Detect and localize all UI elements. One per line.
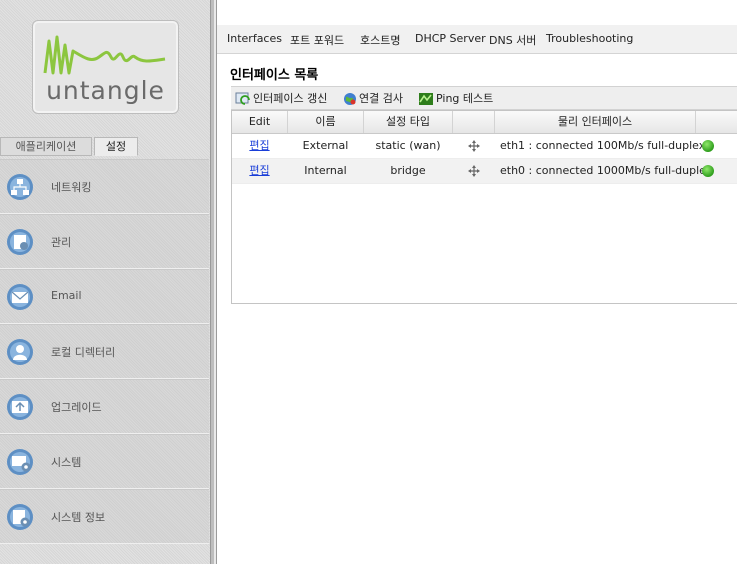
sidebar: untangle 애플리케이션 설정 네트워킹 관리 Email 로컬 디렉터리… <box>0 0 211 564</box>
nav-interfaces[interactable]: Interfaces <box>227 32 282 45</box>
nav-dns-server[interactable]: DNS 서버 <box>489 32 536 48</box>
sidebar-item-email[interactable]: Email <box>0 269 209 324</box>
nav-troubleshooting[interactable]: Troubleshooting <box>546 32 633 45</box>
sidebar-splitter[interactable] <box>210 0 214 564</box>
sidebar-item-system-info[interactable]: 시스템 정보 <box>0 489 209 544</box>
system-icon <box>7 449 33 475</box>
edit-cell: 편집 <box>232 134 287 158</box>
col-status[interactable] <box>696 111 737 133</box>
sidebar-item-local-directory[interactable]: 로컬 디렉터리 <box>0 324 209 379</box>
directory-icon <box>7 339 33 365</box>
main-panel: Interfaces 포트 포워드 호스트명 DHCP Server DNS 서… <box>216 0 737 564</box>
sidebar-item-label: 시스템 <box>51 456 82 469</box>
nav-dhcp-server[interactable]: DHCP Server <box>415 32 486 45</box>
sidebar-item-label: 시스템 정보 <box>51 511 106 524</box>
test-connectivity-label: 연결 검사 <box>359 92 403 105</box>
sidebar-item-label: 업그레이드 <box>51 401 102 414</box>
sidebar-item-administration[interactable]: 관리 <box>0 214 209 269</box>
logo: untangle <box>32 20 179 114</box>
col-edit[interactable]: Edit <box>232 111 288 133</box>
toolbar: 인터페이스 갱신 연결 검사 Ping 테스트 <box>231 86 737 110</box>
col-move[interactable] <box>453 111 495 133</box>
tab-applications[interactable]: 애플리케이션 <box>0 137 92 156</box>
sidebar-item-label: Email <box>51 289 82 302</box>
table-row: 편집 External static (wan) eth1 : connecte… <box>232 134 737 159</box>
admin-icon <box>7 229 33 255</box>
top-navigation: Interfaces 포트 포워드 호스트명 DHCP Server DNS 서… <box>217 25 737 54</box>
email-icon <box>7 284 33 310</box>
physical-interface: eth1 : connected 100Mb/s full-duplex <box>500 139 706 152</box>
network-icon <box>7 174 33 200</box>
col-physical-interface[interactable]: 물리 인터페이스 <box>495 111 696 133</box>
sidebar-item-label: 로컬 디렉터리 <box>51 346 116 359</box>
system-info-icon <box>7 504 33 530</box>
test-connectivity-button[interactable]: 연결 검사 <box>343 90 403 106</box>
edit-link[interactable]: 편집 <box>249 139 269 152</box>
ping-icon <box>419 93 433 105</box>
ping-test-label: Ping 테스트 <box>436 92 494 105</box>
status-connected-icon <box>702 140 714 152</box>
sidebar-item-system[interactable]: 시스템 <box>0 434 209 489</box>
interface-name: Internal <box>304 164 347 177</box>
nav-hostname[interactable]: 호스트명 <box>360 32 400 48</box>
globe-icon <box>344 93 356 105</box>
table-row: 편집 Internal bridge eth0 : connected 1000… <box>232 159 737 184</box>
logo-text: untangle <box>46 76 165 105</box>
refresh-interfaces-button[interactable]: 인터페이스 갱신 <box>235 90 327 106</box>
interface-name: External <box>302 139 349 152</box>
edit-cell: 편집 <box>232 159 287 183</box>
tab-settings[interactable]: 설정 <box>94 137 138 156</box>
ping-test-button[interactable]: Ping 테스트 <box>418 90 493 106</box>
edit-link[interactable]: 편집 <box>249 164 269 177</box>
sidebar-item-upgrade[interactable]: 업그레이드 <box>0 379 209 434</box>
sidebar-item-label: 관리 <box>51 236 72 249</box>
physical-interface: eth0 : connected 1000Mb/s full-duplex <box>500 164 713 177</box>
upgrade-icon <box>7 394 33 420</box>
status-connected-icon <box>702 165 714 177</box>
move-icon <box>467 165 480 177</box>
sidebar-item-networking[interactable]: 네트워킹 <box>0 159 209 214</box>
move-handle[interactable] <box>453 159 494 183</box>
config-type: static (wan) <box>375 139 441 152</box>
move-icon <box>467 140 480 152</box>
interfaces-grid: Edit 이름 설정 타입 물리 인터페이스 편집 External stati… <box>231 110 737 304</box>
sidebar-item-label: 네트워킹 <box>51 181 92 194</box>
config-type: bridge <box>390 164 426 177</box>
section-title: 인터페이스 목록 <box>230 68 319 83</box>
nav-port-forward[interactable]: 포트 포워드 <box>290 32 344 48</box>
col-config-type[interactable]: 설정 타입 <box>364 111 453 133</box>
grid-header: Edit 이름 설정 타입 물리 인터페이스 <box>232 111 737 134</box>
col-name[interactable]: 이름 <box>288 111 364 133</box>
move-handle[interactable] <box>453 134 494 158</box>
refresh-icon <box>235 92 250 105</box>
refresh-interfaces-label: 인터페이스 갱신 <box>253 92 328 105</box>
logo-wave-icon <box>43 35 166 75</box>
